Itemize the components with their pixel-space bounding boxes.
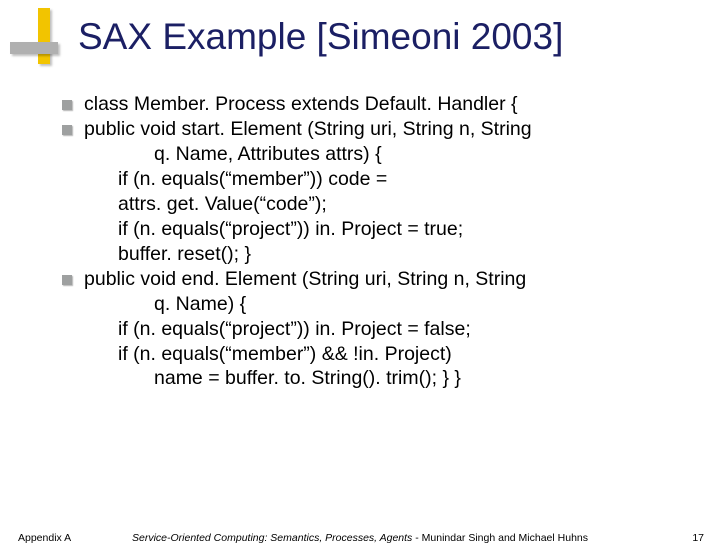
- code-text: if (n. equals(“member”) && !in. Project): [118, 342, 452, 367]
- code-line: buffer. reset(); }: [62, 242, 660, 267]
- footer-center-rest: - Munindar Singh and Michael Huhns: [412, 532, 588, 544]
- square-bullet-icon: [62, 100, 72, 110]
- code-line: public void start. Element (String uri, …: [62, 117, 660, 142]
- title-area: SAX Example [Simeoni 2003]: [0, 0, 720, 58]
- code-text: if (n. equals(“member”)) code =: [118, 167, 387, 192]
- code-text: public void end. Element (String uri, St…: [84, 267, 526, 292]
- code-text: public void start. Element (String uri, …: [84, 117, 532, 142]
- code-text: q. Name) {: [154, 292, 246, 317]
- code-line: q. Name, Attributes attrs) {: [62, 142, 660, 167]
- code-text: q. Name, Attributes attrs) {: [154, 142, 382, 167]
- square-bullet-icon: [62, 125, 72, 135]
- code-text: name = buffer. to. String(). trim(); } }: [154, 366, 461, 391]
- code-line: q. Name) {: [62, 292, 660, 317]
- square-bullet-icon: [62, 275, 72, 285]
- code-line: public void end. Element (String uri, St…: [62, 267, 660, 292]
- code-text: class Member. Process extends Default. H…: [84, 92, 518, 117]
- code-line: if (n. equals(“member”)) code =: [62, 167, 660, 192]
- code-text: buffer. reset(); }: [118, 242, 251, 267]
- code-text: if (n. equals(“project”)) in. Project = …: [118, 217, 463, 242]
- code-line: if (n. equals(“project”)) in. Project = …: [62, 317, 660, 342]
- code-line: class Member. Process extends Default. H…: [62, 92, 660, 117]
- slide-title: SAX Example [Simeoni 2003]: [78, 16, 720, 58]
- code-text: attrs. get. Value(“code”);: [118, 192, 327, 217]
- page-number: 17: [692, 532, 704, 544]
- slide-body: class Member. Process extends Default. H…: [62, 92, 660, 391]
- code-text: if (n. equals(“project”)) in. Project = …: [118, 317, 471, 342]
- footer-center-italic: Service-Oriented Computing: Semantics, P…: [132, 532, 412, 544]
- code-line: attrs. get. Value(“code”);: [62, 192, 660, 217]
- code-line: if (n. equals(“member”) && !in. Project): [62, 342, 660, 367]
- footer-center: Service-Oriented Computing: Semantics, P…: [0, 532, 720, 544]
- code-line: if (n. equals(“project”)) in. Project = …: [62, 217, 660, 242]
- code-line: name = buffer. to. String(). trim(); } }: [62, 366, 660, 391]
